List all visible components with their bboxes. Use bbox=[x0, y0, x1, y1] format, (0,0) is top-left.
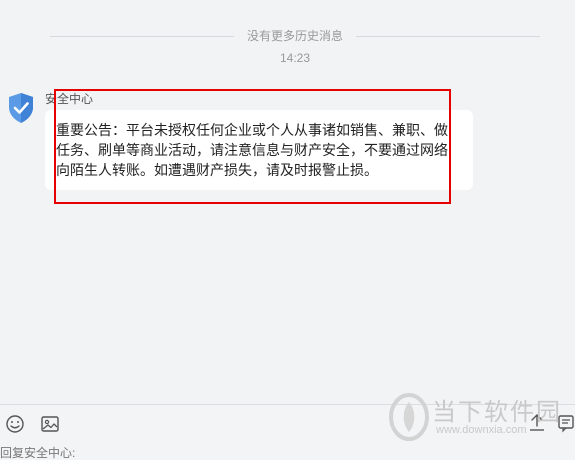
watermark-title: 当下软件园 bbox=[432, 398, 562, 426]
history-divider: 没有更多历史消息 bbox=[0, 28, 575, 44]
chat-message-area: 没有更多历史消息 14:23 安全中心 重要公告：平台未授权任何企业或个人从事诸… bbox=[0, 0, 575, 404]
message-timestamp: 14:23 bbox=[279, 51, 311, 65]
divider-line-left bbox=[50, 36, 234, 37]
shield-check-icon[interactable] bbox=[7, 92, 35, 124]
no-more-history-label: 没有更多历史消息 bbox=[246, 29, 343, 43]
divider-line-right bbox=[356, 36, 540, 37]
watermark: 当下软件园 www.downxia.com bbox=[385, 388, 575, 448]
image-icon[interactable] bbox=[39, 413, 61, 435]
smiley-icon[interactable] bbox=[4, 413, 26, 435]
watermark-logo-icon bbox=[389, 393, 429, 441]
highlight-annotation-box bbox=[54, 89, 451, 204]
watermark-url: www.downxia.com bbox=[436, 424, 527, 436]
